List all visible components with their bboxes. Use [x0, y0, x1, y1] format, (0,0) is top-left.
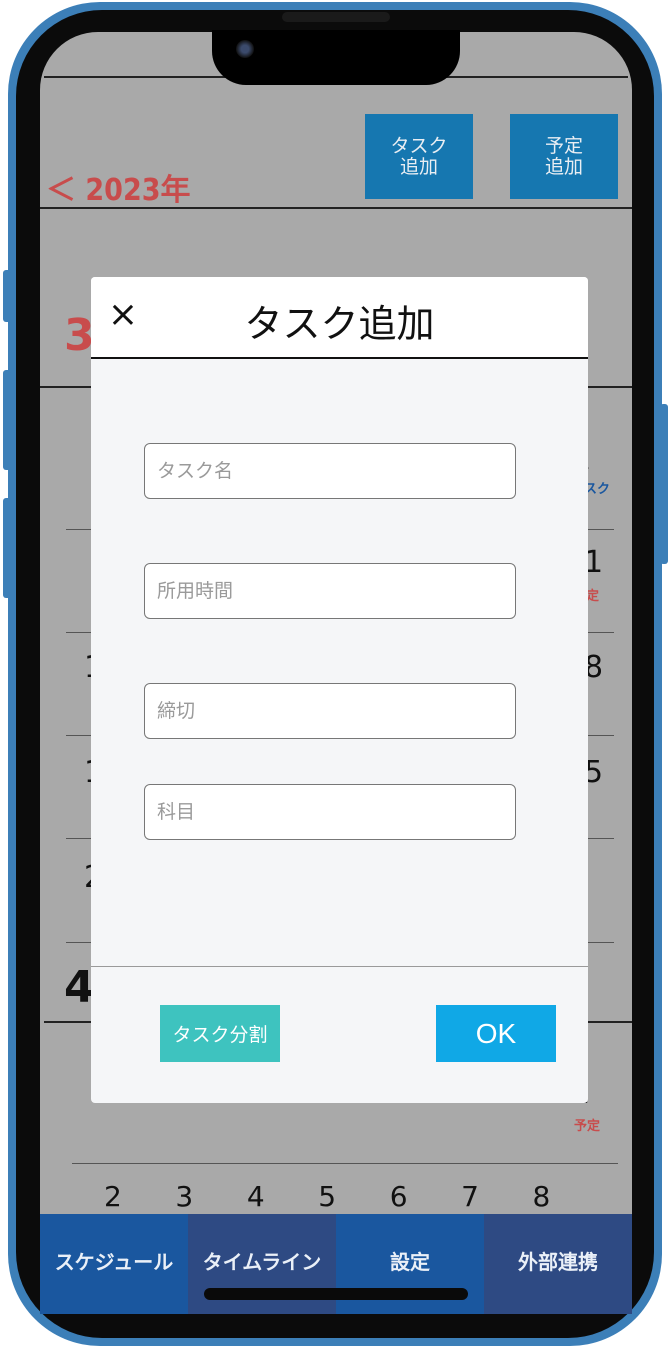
speaker — [282, 12, 390, 22]
day-number[interactable]: 3 — [175, 1180, 246, 1213]
modal-title: タスク追加 — [244, 302, 435, 346]
ok-button[interactable]: OK — [436, 1005, 556, 1062]
add-task-modal: × タスク追加 タスク分割 OK — [91, 277, 588, 1103]
home-indicator[interactable] — [204, 1288, 468, 1300]
day-number[interactable]: 2 — [104, 1180, 175, 1213]
deadline-input[interactable] — [144, 683, 516, 739]
calendar-cell-value: 予定 — [574, 1119, 601, 1134]
subject-input[interactable] — [144, 784, 516, 840]
tab-schedule[interactable]: スケジュール — [40, 1214, 188, 1314]
day-number[interactable]: 8 — [533, 1180, 604, 1213]
row-divider — [72, 1163, 618, 1164]
day-number[interactable]: 5 — [318, 1180, 389, 1213]
day-number[interactable]: 7 — [461, 1180, 532, 1213]
tab-integrations[interactable]: 外部連携 — [484, 1214, 632, 1314]
day-number[interactable]: 6 — [390, 1180, 461, 1213]
header-divider — [40, 207, 632, 209]
add-task-header-button[interactable]: タスク 追加 — [365, 114, 473, 199]
modal-header: × タスク追加 — [91, 277, 588, 359]
add-event-header-button[interactable]: 予定 追加 — [510, 114, 618, 199]
split-task-button[interactable]: タスク分割 — [160, 1005, 280, 1062]
day-number[interactable]: 4 — [247, 1180, 318, 1213]
year-back-link[interactable]: ＜ 2023年 — [46, 165, 191, 209]
notch — [212, 30, 460, 85]
task-name-input[interactable] — [144, 443, 516, 499]
modal-footer-divider — [91, 966, 588, 967]
duration-input[interactable] — [144, 563, 516, 619]
week-row: 2 3 4 5 6 7 8 — [104, 1180, 604, 1213]
camera-icon — [236, 40, 254, 58]
